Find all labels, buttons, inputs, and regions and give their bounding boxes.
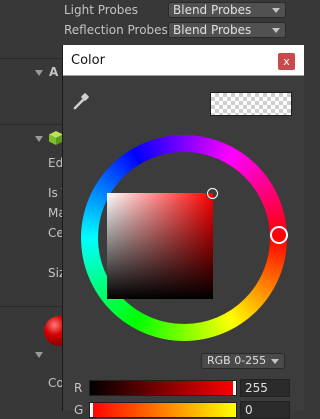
- channel-g-slider-thumb[interactable]: [90, 403, 93, 417]
- hue-selector-knob[interactable]: [270, 226, 288, 244]
- channel-g-slider[interactable]: [89, 402, 237, 418]
- close-button[interactable]: x: [278, 53, 295, 70]
- divider: [0, 124, 62, 125]
- reflection-probes-label: Reflection Probes: [64, 23, 168, 37]
- channel-g-input[interactable]: 0: [240, 401, 290, 419]
- color-picker-body: RGB 0-255 R 255 G 0: [63, 76, 304, 419]
- chevron-down-icon: [272, 28, 280, 33]
- foldout-arrow-icon[interactable]: [35, 352, 43, 358]
- channel-r-slider-thumb[interactable]: [233, 381, 236, 395]
- section-header-a: A: [49, 65, 59, 79]
- channel-r-label: R: [74, 381, 83, 395]
- eyedropper-icon[interactable]: [71, 92, 91, 112]
- reflection-probes-dropdown[interactable]: Blend Probes: [168, 22, 286, 38]
- color-picker-window: Color x RGB 0-255 R 255 G 0: [62, 45, 304, 419]
- channel-r-input[interactable]: 255: [240, 379, 290, 397]
- reflection-probes-value: Blend Probes: [173, 23, 252, 37]
- chevron-down-icon: [272, 8, 280, 13]
- saturation-value-square[interactable]: [107, 188, 218, 299]
- color-mode-dropdown[interactable]: RGB 0-255: [201, 353, 285, 369]
- divider: [0, 58, 62, 59]
- chevron-down-icon: [271, 359, 279, 364]
- foldout-arrow-icon[interactable]: [35, 136, 43, 142]
- window-title: Color: [71, 53, 105, 68]
- channel-g-label: G: [74, 403, 84, 417]
- channel-r-slider[interactable]: [89, 380, 237, 396]
- color-picker-titlebar[interactable]: Color x: [63, 45, 304, 76]
- row-ed-label: Ed: [48, 156, 64, 170]
- foldout-arrow-icon[interactable]: [35, 70, 43, 76]
- color-mode-value: RGB 0-255: [207, 354, 267, 367]
- color-preview-swatch: [210, 92, 292, 116]
- light-probes-value: Blend Probes: [173, 3, 252, 17]
- saturation-value-knob[interactable]: [207, 188, 218, 199]
- divider: [0, 306, 62, 307]
- light-probes-label: Light Probes: [64, 3, 139, 17]
- light-probes-dropdown[interactable]: Blend Probes: [168, 2, 286, 18]
